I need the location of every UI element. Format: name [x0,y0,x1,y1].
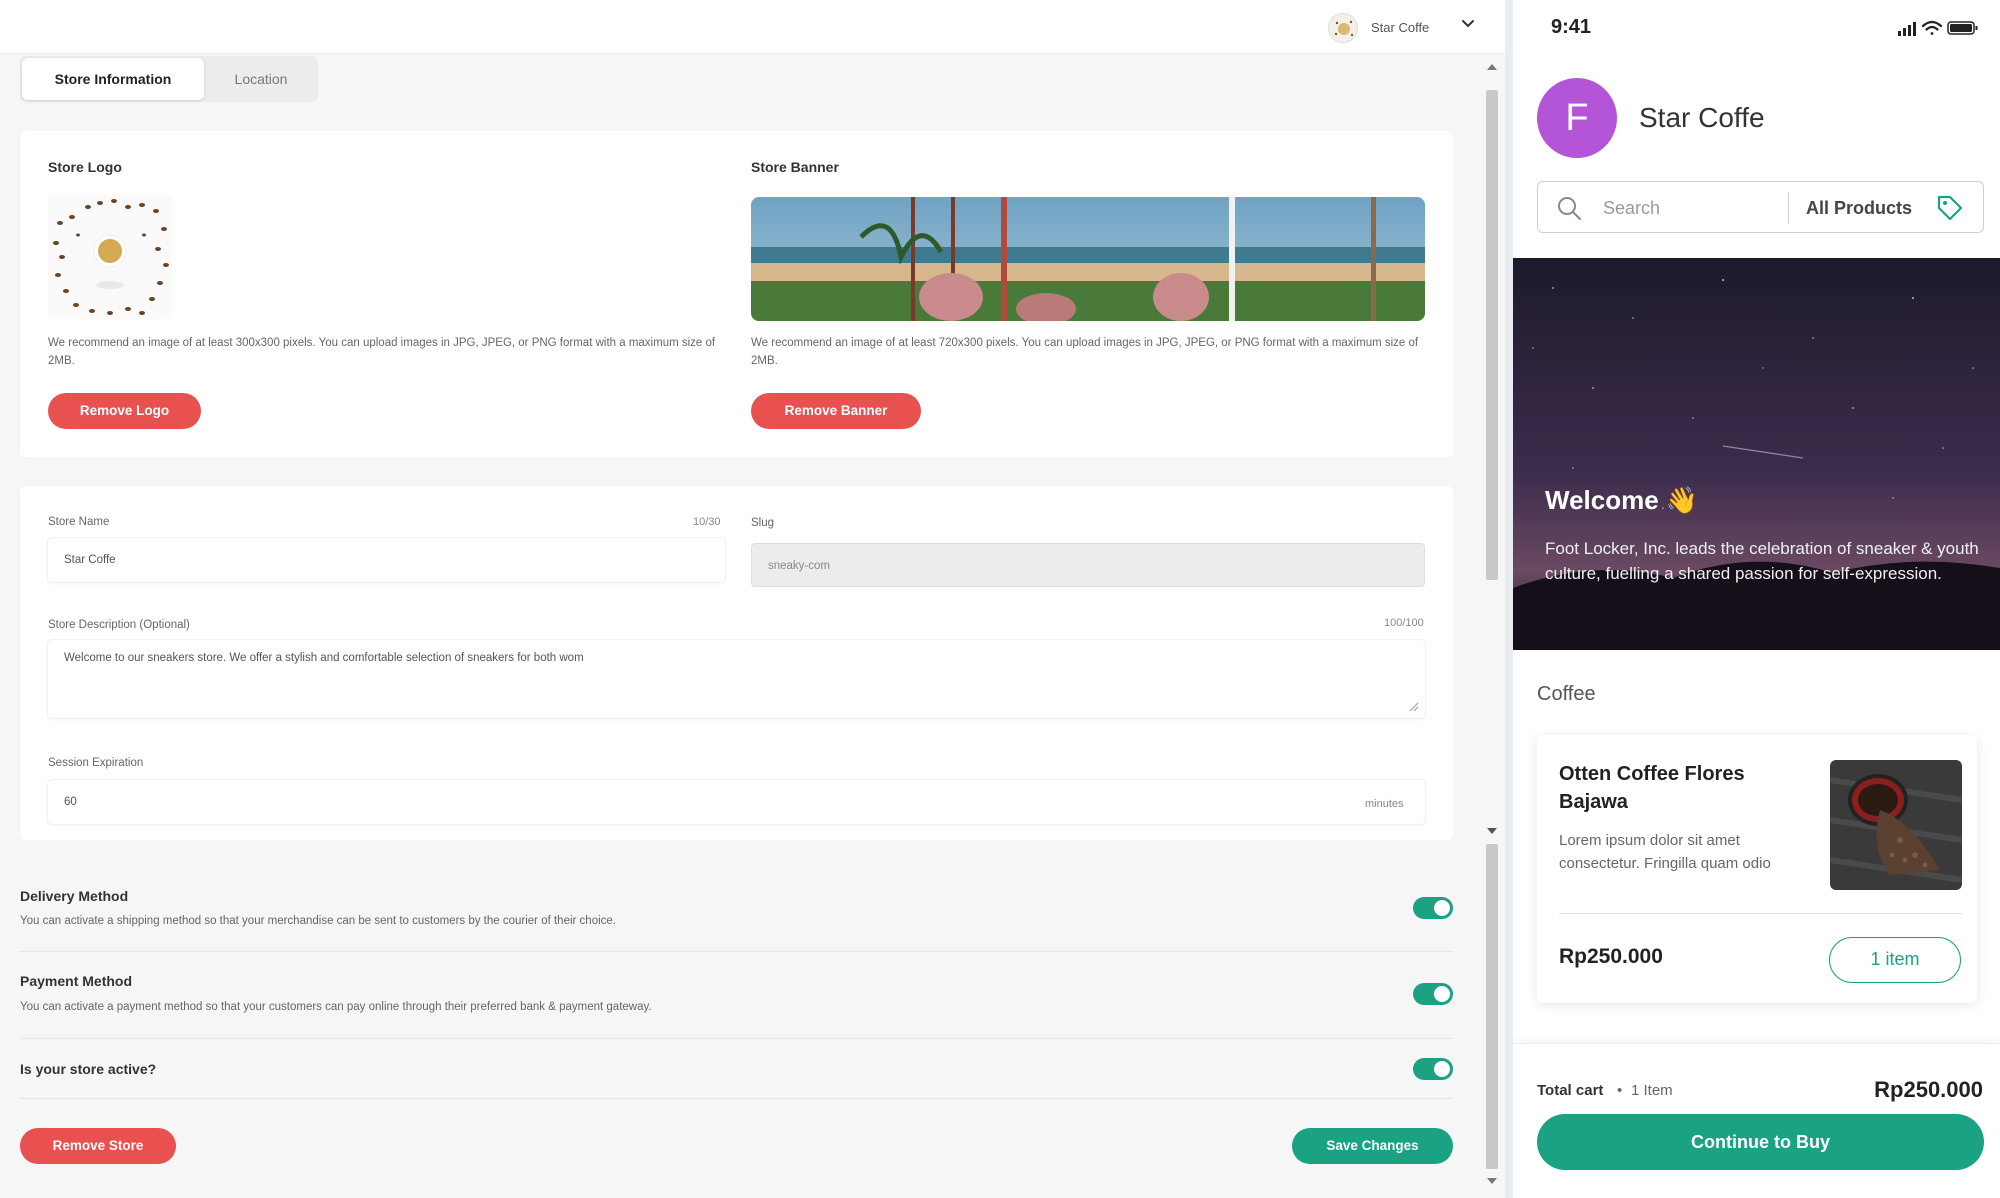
status-icons [1898,20,1978,36]
tab-location[interactable]: Location [206,58,316,100]
delivery-method-desc: You can activate a shipping method so th… [20,915,616,927]
store-active-title: Is your store active? [20,1061,157,1077]
description-label: Store Description (Optional) [48,619,190,631]
delivery-method-title: Delivery Method [20,888,129,904]
delivery-method-row: Delivery Method You can activate a shipp… [20,868,1453,952]
session-label: Session Expiration [48,757,144,769]
search-divider [1788,192,1789,224]
payment-method-toggle[interactable] [1413,983,1453,1005]
search-input[interactable]: Search [1603,198,1660,219]
product-image [1830,760,1962,890]
store-logo-title: Store Logo [48,159,122,175]
media-card: Store Logo We recommend an image of at l… [20,131,1453,457]
product-description: Lorem ipsum dolor sit amet consectetur. … [1559,832,1771,872]
store-settings-panel: Star Coffe Store Information Location St… [0,0,1505,1198]
store-avatar-icon[interactable] [1328,13,1358,43]
welcome-description: Foot Locker, Inc. leads the celebration … [1545,539,1979,583]
welcome-banner: Welcome 👋 Foot Locker, Inc. leads the ce… [1513,258,2000,650]
scroll-thumb[interactable] [1486,90,1498,580]
payment-method-row: Payment Method You can activate a paymen… [20,952,1453,1039]
cart-footer: Total cart • 1 Item Rp250.000 Continue t… [1513,1043,2000,1198]
logo-help-text: We recommend an image of at least 300x30… [48,337,716,367]
store-active-toggle[interactable] [1413,1058,1453,1080]
session-input[interactable]: 60 [48,780,1425,824]
top-bar: Star Coffe [0,0,1505,54]
scrollbar[interactable] [1480,54,1502,1198]
store-name-input[interactable]: Star Coffe [48,538,725,582]
payment-method-desc: You can activate a payment method so tha… [20,1001,652,1013]
remove-banner-button[interactable]: Remove Banner [751,393,921,429]
remove-logo-button[interactable]: Remove Logo [48,393,201,429]
session-value: 60 [64,796,77,808]
scroll-down-icon[interactable] [1486,826,1498,836]
description-textarea[interactable]: Welcome to our sneakers store. We offer … [48,640,1425,718]
wifi-icon [1921,20,1943,35]
battery-icon [1947,21,1978,35]
product-filter-select[interactable]: All Products [1806,198,1912,219]
status-time: 9:41 [1551,16,1592,38]
store-active-row: Is your store active? [20,1039,1453,1099]
description-text: Welcome to our sneakers store. We offer … [64,652,584,664]
scroll-up-icon[interactable] [1486,62,1498,72]
payment-method-title: Payment Method [20,973,133,989]
slug-label: Slug [751,517,775,529]
total-cart-label: Total cart [1537,1082,1604,1099]
save-changes-button[interactable]: Save Changes [1292,1128,1453,1164]
store-name-counter: 10/30 [693,516,721,528]
session-suffix: minutes [1365,798,1404,810]
store-logo-image [48,195,172,319]
welcome-title: Welcome 👋 [1545,485,1699,515]
signal-icon [1898,22,1916,36]
total-cart-separator: • [1617,1082,1623,1099]
scroll-thumb-secondary[interactable] [1486,844,1498,1169]
store-banner-title: Store Banner [751,159,839,175]
remove-store-button[interactable]: Remove Store [20,1128,176,1164]
resize-handle-icon[interactable] [1409,702,1419,712]
store-switcher-label[interactable]: Star Coffe [1371,20,1429,35]
settings-tabs: Store Information Location [20,56,318,102]
total-cart-price: Rp250.000 [1874,1077,1983,1102]
tag-icon[interactable] [1936,194,1964,222]
product-quantity-button[interactable]: 1 item [1829,937,1961,983]
search-icon [1558,197,1581,220]
store-avatar: F [1537,78,1617,158]
search-bar[interactable]: Search All Products [1537,181,1984,233]
product-price: Rp250.000 [1559,945,1663,968]
store-title: Star Coffe [1639,102,1765,133]
store-banner-image [751,197,1425,321]
store-name-label: Store Name [48,516,110,528]
description-counter: 100/100 [1384,617,1424,629]
store-details-form: Store Name 10/30 Star Coffe Slug sneaky-… [20,486,1453,840]
banner-help-text: We recommend an image of at least 720x30… [751,337,1419,367]
mobile-store-preview: 9:41 F Star Coffe Search All Products We… [1513,0,2000,1198]
product-name: Otten Coffee Flores Bajawa [1559,763,1745,813]
product-card[interactable]: Otten Coffee Flores Bajawa Lorem ipsum d… [1537,735,1977,1003]
tab-store-information[interactable]: Store Information [22,58,204,100]
category-heading: Coffee [1537,683,1596,705]
night-sky-image [1513,258,2000,650]
product-divider [1559,913,1963,914]
total-cart-items: 1 Item [1631,1082,1673,1099]
continue-to-buy-button[interactable]: Continue to Buy [1537,1114,1984,1170]
delivery-method-toggle[interactable] [1413,897,1453,919]
scroll-down-icon[interactable] [1486,1176,1498,1186]
slug-input: sneaky-com [751,543,1425,587]
chevron-down-icon[interactable] [1458,14,1478,34]
